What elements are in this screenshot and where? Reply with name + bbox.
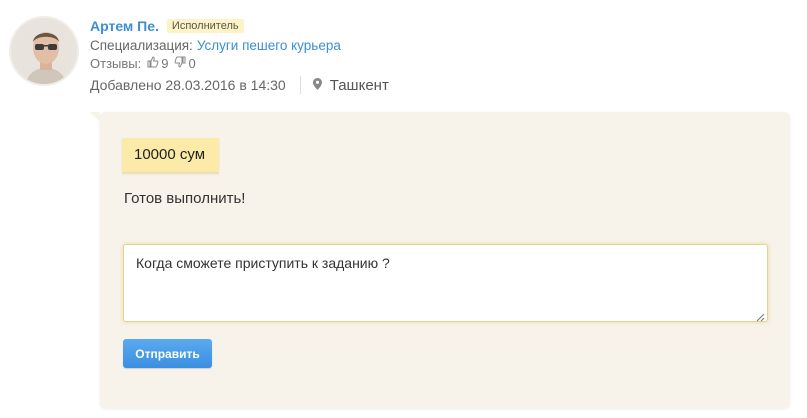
avatar[interactable] xyxy=(9,16,79,86)
author-header: Артем Пе. Исполнитель Специализация: Усл… xyxy=(90,18,389,94)
offer-message: Готов выполнить! xyxy=(124,190,246,207)
thumb-up-icon xyxy=(147,56,159,71)
offer-card: 10000 сум Готов выполнить! Когда сможете… xyxy=(90,112,790,408)
specialization-link[interactable]: Услуги пешего курьера xyxy=(197,38,341,53)
role-badge: Исполнитель xyxy=(166,19,244,33)
specialization-label: Специализация: xyxy=(90,38,193,53)
specialization: Специализация: Услуги пешего курьера xyxy=(90,38,389,53)
reviews-label: Отзывы: xyxy=(90,56,142,71)
likes-count: 9 xyxy=(161,56,169,71)
author-name[interactable]: Артем Пе. xyxy=(90,18,159,34)
location-pin-icon xyxy=(312,77,322,93)
meta: Добавлено 28.03.2016 в 14:30 Ташкент xyxy=(90,76,389,94)
price-tag: 10000 сум xyxy=(122,138,220,176)
city: Ташкент xyxy=(329,76,389,94)
reply-textarea[interactable]: Когда сможете приступить к заданию ? xyxy=(123,244,768,322)
divider xyxy=(299,76,301,94)
dislikes-count: 0 xyxy=(188,56,196,71)
send-button[interactable]: Отправить xyxy=(123,339,212,368)
added-date: Добавлено 28.03.2016 в 14:30 xyxy=(90,77,286,93)
reviews: Отзывы: 9 0 xyxy=(90,56,389,71)
thumb-down-icon xyxy=(174,56,186,71)
resize-grip-icon[interactable] xyxy=(756,309,765,327)
